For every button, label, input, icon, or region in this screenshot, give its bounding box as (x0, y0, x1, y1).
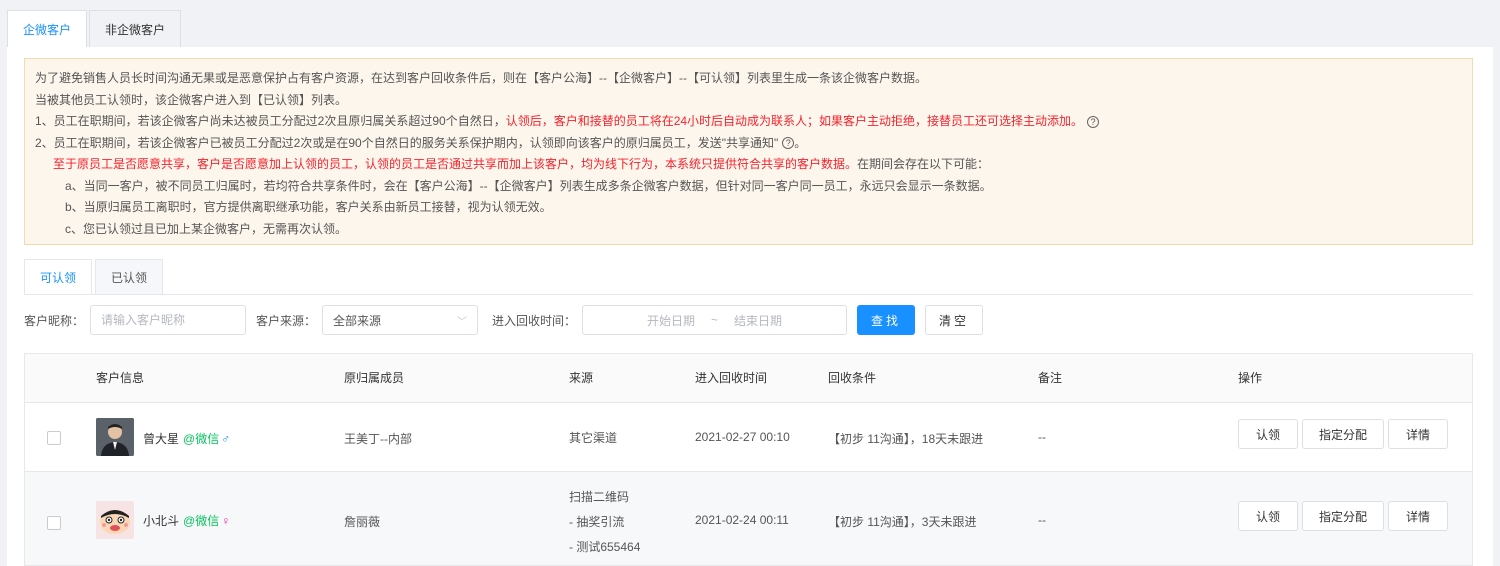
recycle-condition: 【初步 11沟通】，18天未跟进 (828, 432, 984, 446)
assign-button[interactable]: 指定分配 (1302, 501, 1384, 531)
notice-line: 1、员工在职期间，若该企微客户尚未达被员工分配过2次且原归属关系超过90个自然日… (35, 111, 1472, 133)
nickname-label: 客户昵称： (24, 313, 85, 328)
customer-name: 小北斗 @微信 ♀ (143, 514, 231, 528)
source: - 抽奖引流 (569, 515, 625, 529)
source-label: 客户来源： (256, 313, 317, 328)
female-icon: ♀ (221, 514, 231, 528)
date-separator: ~ (711, 313, 719, 327)
table-row: 曾大星 @微信 ♂ 王美丁--内部 其它渠道 2021-02-27 00:10 【初… (25, 403, 1472, 472)
header-source: 来源 (569, 371, 594, 385)
header-customer-info: 客户信息 (96, 371, 145, 385)
header-actions: 操作 (1238, 371, 1263, 385)
notice-line: 至于原员工是否愿意共享，客户是否愿意加上认领的员工，认领的员工是否通过共享而加上… (53, 157, 990, 171)
row-checkbox[interactable] (47, 516, 61, 530)
wechat-tag: @微信 (183, 514, 220, 528)
source: - 测试655464 (569, 540, 641, 554)
recycle-time: 2021-02-27 00:10 (695, 430, 790, 444)
owner: 王美丁--内部 (344, 432, 412, 446)
header-condition: 回收条件 (828, 371, 877, 385)
remark: -- (1038, 513, 1046, 527)
recycle-time: 2021-02-24 00:11 (695, 513, 789, 527)
source: 其它渠道 (569, 431, 618, 445)
avatar-man-icon (96, 418, 134, 456)
header-owner: 原归属成员 (344, 371, 405, 385)
time-label: 进入回收时间： (492, 313, 577, 328)
claim-button[interactable]: 认领 (1238, 419, 1298, 449)
nickname-input[interactable] (90, 305, 247, 335)
chevron-down-icon: ﹀ (457, 316, 468, 328)
avatar (96, 418, 134, 456)
notice-line: 为了避免销售人员长时间沟通无果或是恶意保护占有客户资源，在达到客户回收条件后，则… (35, 71, 927, 85)
search-button[interactable]: 查找 (857, 305, 916, 335)
notice-line: 2、员工在职期间，若该企微客户已被员工分配过2次或是在90个自然日的服务关系保护… (35, 135, 807, 150)
help-icon[interactable]: ? (1087, 115, 1100, 128)
notice-line: c、您已认领过且已加上某企微客户，无需再次认领。 (65, 221, 348, 236)
recycle-condition: 【初步 11沟通】，3天未跟进 (828, 515, 977, 529)
source: 扫描二维码 (569, 490, 630, 504)
avatar-cartoon-icon (96, 501, 134, 539)
detail-button[interactable]: 详情 (1388, 501, 1448, 531)
clear-button[interactable]: 清空 (925, 305, 984, 335)
tab-wecom-customers[interactable]: 企微客户 (7, 10, 88, 48)
remark: -- (1038, 430, 1046, 444)
table-header: 客户信息 原归属成员 来源 进入回收时间 回收条件 备注 操作 (25, 354, 1472, 403)
notice-box: 为了避免销售人员长时间沟通无果或是恶意保护占有客户资源，在达到客户回收条件后，则… (24, 58, 1473, 245)
help-icon[interactable]: ? (782, 137, 795, 150)
tab-non-wecom-customers[interactable]: 非企微客户 (89, 10, 182, 48)
claim-button[interactable]: 认领 (1238, 501, 1298, 531)
detail-button[interactable]: 详情 (1388, 419, 1448, 449)
start-date-placeholder: 开始日期 (647, 313, 696, 328)
end-date-placeholder: 结束日期 (734, 313, 783, 328)
sub-tabs: 可认领 已认领 (24, 259, 166, 295)
top-tabs: 企微客户 非企微客户 (7, 10, 183, 48)
notice-line: a、当同一客户，被不同员工归属时，若均符合共享条件时，会在【客户公海】--【企微… (65, 178, 992, 193)
divider (24, 294, 1473, 295)
header-recycle-time: 进入回收时间 (695, 371, 768, 385)
table-row: 小北斗 @微信 ♀ 詹丽薇 扫描二维码 - 抽奖引流 - 测试655464 2021… (25, 472, 1472, 566)
source-select[interactable]: 全部来源 ﹀ (322, 305, 479, 335)
source-select-value: 全部来源 (333, 313, 382, 328)
customer-name: 曾大星 @微信 ♂ (143, 432, 231, 446)
notice-line: 当被其他员工认领时，该企微客户进入到【已认领】列表。 (35, 92, 348, 107)
filter-bar: 客户昵称： 客户来源： 全部来源 ﹀ 进入回收时间： 开始日期 ~ 结束日期 查… (24, 305, 984, 335)
owner: 詹丽薇 (344, 515, 381, 529)
customer-table: 客户信息 原归属成员 来源 进入回收时间 回收条件 备注 操作 曾大星 @微信 ♂ … (24, 353, 1473, 566)
avatar (96, 501, 134, 539)
notice-line: b、当原归属员工离职时，官方提供离职继承功能，客户关系由新员工接替，视为认领无效… (65, 200, 552, 214)
tab-claimed[interactable]: 已认领 (95, 259, 164, 295)
row-checkbox[interactable] (47, 431, 61, 445)
date-range-picker[interactable]: 开始日期 ~ 结束日期 (582, 305, 848, 335)
male-icon: ♂ (221, 432, 231, 446)
header-remark: 备注 (1038, 371, 1063, 385)
main-panel: 为了避免销售人员长时间沟通无果或是恶意保护占有客户资源，在达到客户回收条件后，则… (7, 47, 1493, 566)
assign-button[interactable]: 指定分配 (1302, 419, 1384, 449)
wechat-tag: @微信 (183, 432, 220, 446)
tab-claimable[interactable]: 可认领 (24, 259, 93, 295)
